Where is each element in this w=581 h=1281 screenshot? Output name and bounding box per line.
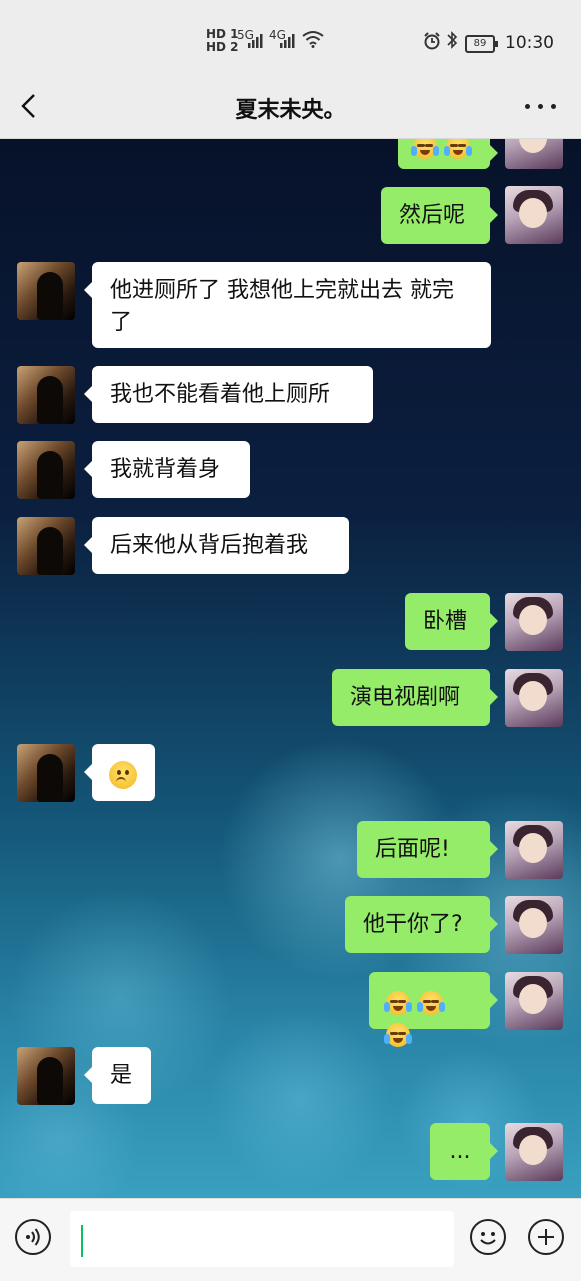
message-text: 我就背着身 bbox=[110, 457, 221, 482]
my-avatar[interactable] bbox=[505, 139, 563, 169]
message-bubble-sent[interactable]: 他干你了? bbox=[345, 896, 498, 953]
message-text: 演电视剧啊 bbox=[350, 685, 461, 710]
message-input[interactable] bbox=[70, 1211, 454, 1267]
contact-avatar[interactable] bbox=[17, 262, 75, 320]
contact-avatar[interactable] bbox=[17, 366, 75, 424]
message-text: 卧槽 bbox=[423, 609, 468, 634]
cry-laugh-emoji bbox=[444, 139, 472, 159]
message-text: 然后呢 bbox=[399, 203, 466, 228]
emoji-icon[interactable] bbox=[470, 1219, 506, 1255]
signal-bars-icon bbox=[248, 34, 263, 48]
my-avatar[interactable] bbox=[505, 972, 563, 1030]
chat-message-list[interactable]: 然后呢 他进厕所了 我想他上完就出去 就完了 我也不能看着他上厕所 我就背着身 … bbox=[0, 139, 581, 1198]
message-text: 后面呢! bbox=[375, 837, 450, 862]
contact-avatar[interactable] bbox=[17, 1047, 75, 1105]
alarm-icon bbox=[424, 32, 440, 50]
message-bubble-received[interactable]: 是 bbox=[84, 1047, 151, 1104]
message-text: 后来他从背后抱着我 bbox=[110, 533, 309, 558]
hd2-label: HD 2 bbox=[206, 40, 239, 54]
my-avatar[interactable] bbox=[505, 1123, 563, 1181]
voice-icon[interactable] bbox=[15, 1219, 51, 1255]
worried-emoji bbox=[109, 761, 137, 789]
chat-title: 夏末未央。 bbox=[235, 98, 346, 123]
more-dots-icon[interactable] bbox=[523, 92, 559, 120]
chat-header: 夏末未央。 bbox=[0, 78, 581, 139]
status-bar: HD 1 HD 2 5G 4G 89 10:30 bbox=[0, 0, 581, 78]
contact-avatar[interactable] bbox=[17, 441, 75, 499]
clock: 10:30 bbox=[505, 33, 554, 53]
my-avatar[interactable] bbox=[505, 821, 563, 879]
my-avatar[interactable] bbox=[505, 186, 563, 244]
message-text: 是 bbox=[110, 1063, 133, 1088]
my-avatar[interactable] bbox=[505, 669, 563, 727]
contact-avatar[interactable] bbox=[17, 517, 75, 575]
message-text: 我也不能看着他上厕所 bbox=[110, 382, 331, 407]
my-avatar[interactable] bbox=[505, 896, 563, 954]
signal-bars-icon bbox=[280, 34, 295, 48]
message-bubble-sent[interactable]: 卧槽 bbox=[405, 593, 498, 650]
my-avatar[interactable] bbox=[505, 593, 563, 651]
cry-laugh-emoji bbox=[417, 991, 445, 1015]
message-bubble-sent[interactable] bbox=[398, 139, 498, 169]
message-bubble-received[interactable]: 后来他从背后抱着我 bbox=[84, 517, 349, 574]
contact-avatar[interactable] bbox=[17, 744, 75, 802]
message-bubble-sent[interactable]: ... bbox=[430, 1123, 498, 1180]
wifi-icon bbox=[302, 31, 324, 48]
battery-indicator: 89 bbox=[465, 35, 498, 53]
message-input-bar bbox=[0, 1198, 581, 1281]
hd-indicator: HD 1 HD 2 bbox=[206, 28, 239, 54]
message-bubble-received[interactable]: 我就背着身 bbox=[84, 441, 250, 498]
message-bubble-sent[interactable]: 后面呢! bbox=[357, 821, 498, 878]
bluetooth-icon bbox=[447, 31, 458, 49]
message-bubble-sent[interactable]: 演电视剧啊 bbox=[332, 669, 498, 726]
message-bubble-received[interactable] bbox=[84, 744, 155, 801]
message-text: 他干你了? bbox=[363, 912, 463, 937]
plus-icon[interactable] bbox=[528, 1219, 564, 1255]
message-bubble-received[interactable]: 我也不能看着他上厕所 bbox=[84, 366, 373, 423]
message-text: 他进厕所了 我想他上完就出去 就完了 bbox=[110, 278, 454, 335]
message-bubble-sent[interactable] bbox=[369, 972, 498, 1047]
cry-laugh-emoji bbox=[411, 139, 439, 159]
message-text: ... bbox=[449, 1139, 471, 1164]
message-bubble-sent[interactable]: 然后呢 bbox=[381, 187, 498, 244]
cry-laugh-emoji bbox=[384, 991, 412, 1015]
message-bubble-received[interactable]: 他进厕所了 我想他上完就出去 就完了 bbox=[84, 262, 491, 348]
text-cursor bbox=[81, 1225, 83, 1257]
cry-laugh-emoji bbox=[384, 1023, 412, 1047]
